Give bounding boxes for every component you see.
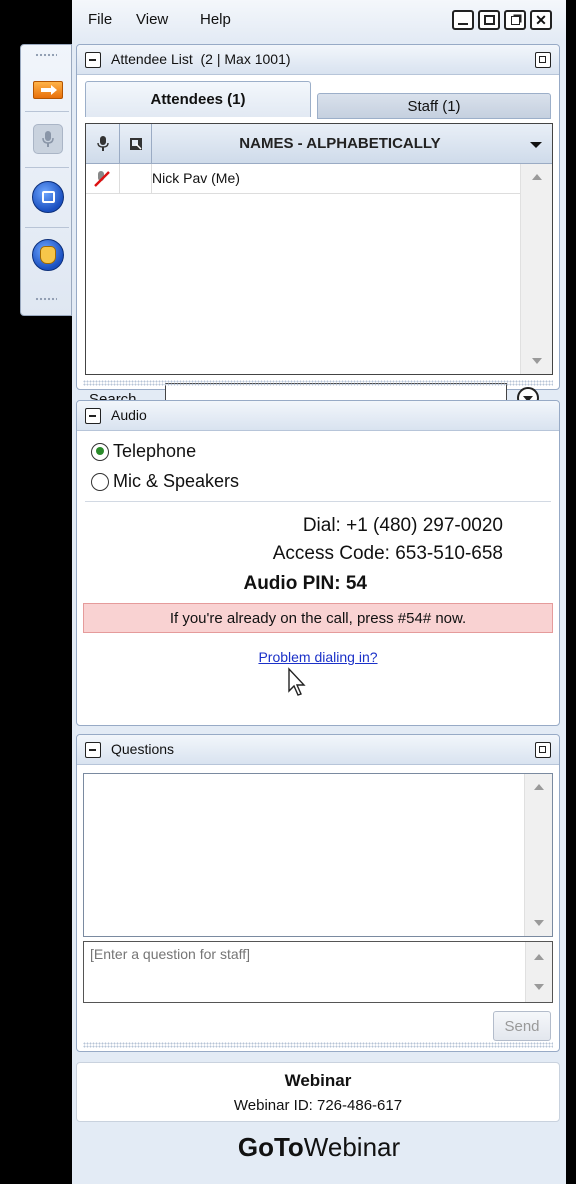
question-input-scrollbar[interactable]	[525, 942, 552, 1002]
divider	[85, 501, 551, 502]
grip-handle-icon[interactable]	[35, 297, 57, 301]
scroll-up-icon[interactable]	[534, 784, 544, 790]
collapse-attendee-button[interactable]	[85, 52, 101, 68]
menu-help[interactable]: Help	[200, 11, 231, 28]
webinar-title: Webinar	[284, 1071, 352, 1090]
close-icon: ✕	[535, 12, 547, 28]
webinar-info: Webinar Webinar ID: 726-486-617	[76, 1062, 560, 1122]
show-panel-button[interactable]	[30, 75, 66, 105]
logo-bold: GoTo	[237, 1132, 304, 1162]
dial-number: Dial: +1 (480) 297-0020	[302, 515, 503, 536]
attendee-list-title-text: Attendee List	[111, 51, 193, 67]
screen-cell	[120, 164, 152, 194]
restore-icon	[510, 15, 520, 25]
mic-column-header[interactable]	[86, 124, 120, 164]
microphone-icon	[96, 136, 109, 151]
mic-speakers-option[interactable]: Mic & Speakers	[91, 471, 239, 492]
send-button[interactable]: Send	[493, 1011, 551, 1041]
audio-title: Audio	[111, 407, 147, 423]
questions-log[interactable]	[83, 773, 553, 937]
control-grab-tab[interactable]	[20, 44, 72, 316]
mic-cell	[86, 164, 120, 194]
telephone-label: Telephone	[113, 441, 197, 461]
attendee-list-title: Attendee List (2 | Max 1001)	[111, 51, 291, 67]
minimize-button[interactable]	[452, 10, 474, 30]
attendee-grid: NAMES - ALPHABETICALLY Nick Pav (Me)	[85, 123, 553, 375]
gotowebinar-logo: GoToWebinar	[72, 1132, 566, 1163]
collapse-questions-button[interactable]	[85, 742, 101, 758]
questions-title: Questions	[111, 741, 175, 757]
divider	[25, 167, 69, 168]
divider	[25, 227, 69, 228]
scroll-up-icon[interactable]	[532, 174, 542, 180]
questions-scrollbar[interactable]	[524, 774, 552, 936]
grip-handle-icon[interactable]	[35, 53, 57, 57]
mic-button[interactable]	[30, 121, 66, 157]
table-row[interactable]: Nick Pav (Me)	[86, 164, 520, 194]
maximize-icon	[483, 15, 495, 25]
telephone-option[interactable]: Telephone	[91, 441, 196, 462]
gotowebinar-window: File View Help ✕ Attendee List (2 | Max …	[72, 0, 566, 1184]
audio-panel: Audio Telephone Mic & Speakers Dial: +1 …	[76, 400, 560, 726]
raise-hand-button[interactable]	[30, 237, 66, 273]
problem-dialing-link[interactable]: Problem dialing in?	[77, 649, 559, 665]
attendee-list-header: Attendee List (2 | Max 1001)	[77, 45, 559, 75]
pin-notice: If you're already on the call, press #54…	[83, 603, 553, 633]
arrow-right-icon	[33, 81, 63, 99]
screen-icon	[32, 181, 64, 213]
mouse-pointer-icon	[288, 667, 306, 696]
minimize-icon	[458, 23, 468, 25]
screen-view-icon	[129, 138, 142, 150]
screen-column-header[interactable]	[120, 124, 152, 164]
attendee-grid-header: NAMES - ALPHABETICALLY	[86, 124, 552, 164]
close-button[interactable]: ✕	[530, 10, 552, 30]
mic-muted-icon	[94, 171, 110, 187]
maximize-button[interactable]	[478, 10, 500, 30]
scroll-up-icon[interactable]	[534, 954, 544, 960]
divider	[25, 111, 69, 112]
audio-pin: Audio PIN: 54	[243, 573, 367, 594]
screen-share-button[interactable]	[30, 179, 66, 215]
attendee-name: Nick Pav (Me)	[152, 170, 240, 186]
webinar-id: Webinar ID: 726-486-617	[233, 1097, 403, 1114]
scroll-down-icon[interactable]	[532, 358, 542, 364]
attendee-list-panel: Attendee List (2 | Max 1001) Attendees (…	[76, 44, 560, 415]
telephone-radio[interactable]	[91, 442, 109, 461]
attendee-scrollbar[interactable]	[520, 164, 552, 374]
collapse-audio-button[interactable]	[85, 408, 101, 424]
raise-hand-icon	[32, 239, 64, 271]
logo-regular: Webinar	[303, 1132, 401, 1162]
names-sort-header[interactable]: NAMES - ALPHABETICALLY	[160, 135, 520, 152]
menu-bar: File View Help ✕	[72, 0, 566, 40]
menu-file[interactable]: File	[88, 11, 112, 28]
scroll-down-icon[interactable]	[534, 984, 544, 990]
access-code: Access Code: 653-510-658	[272, 543, 503, 564]
scroll-down-icon[interactable]	[534, 920, 544, 926]
popout-attendee-button[interactable]	[535, 52, 551, 68]
questions-panel: Questions Send	[76, 734, 560, 1052]
tab-attendees[interactable]: Attendees (1)	[85, 81, 311, 117]
questions-header: Questions	[77, 735, 559, 765]
restore-button[interactable]	[504, 10, 526, 30]
menu-view[interactable]: View	[136, 11, 168, 28]
resize-grip[interactable]	[83, 380, 553, 386]
mic-speakers-label: Mic & Speakers	[113, 471, 240, 491]
audio-header: Audio	[77, 401, 559, 431]
resize-grip[interactable]	[83, 1042, 553, 1048]
sort-dropdown-icon[interactable]	[530, 142, 542, 148]
question-input[interactable]	[83, 941, 553, 1003]
popout-questions-button[interactable]	[535, 742, 551, 758]
attendee-count: (2 | Max 1001)	[200, 51, 291, 67]
microphone-icon	[33, 124, 63, 154]
mic-speakers-radio[interactable]	[91, 472, 109, 491]
tab-staff[interactable]: Staff (1)	[317, 93, 551, 119]
